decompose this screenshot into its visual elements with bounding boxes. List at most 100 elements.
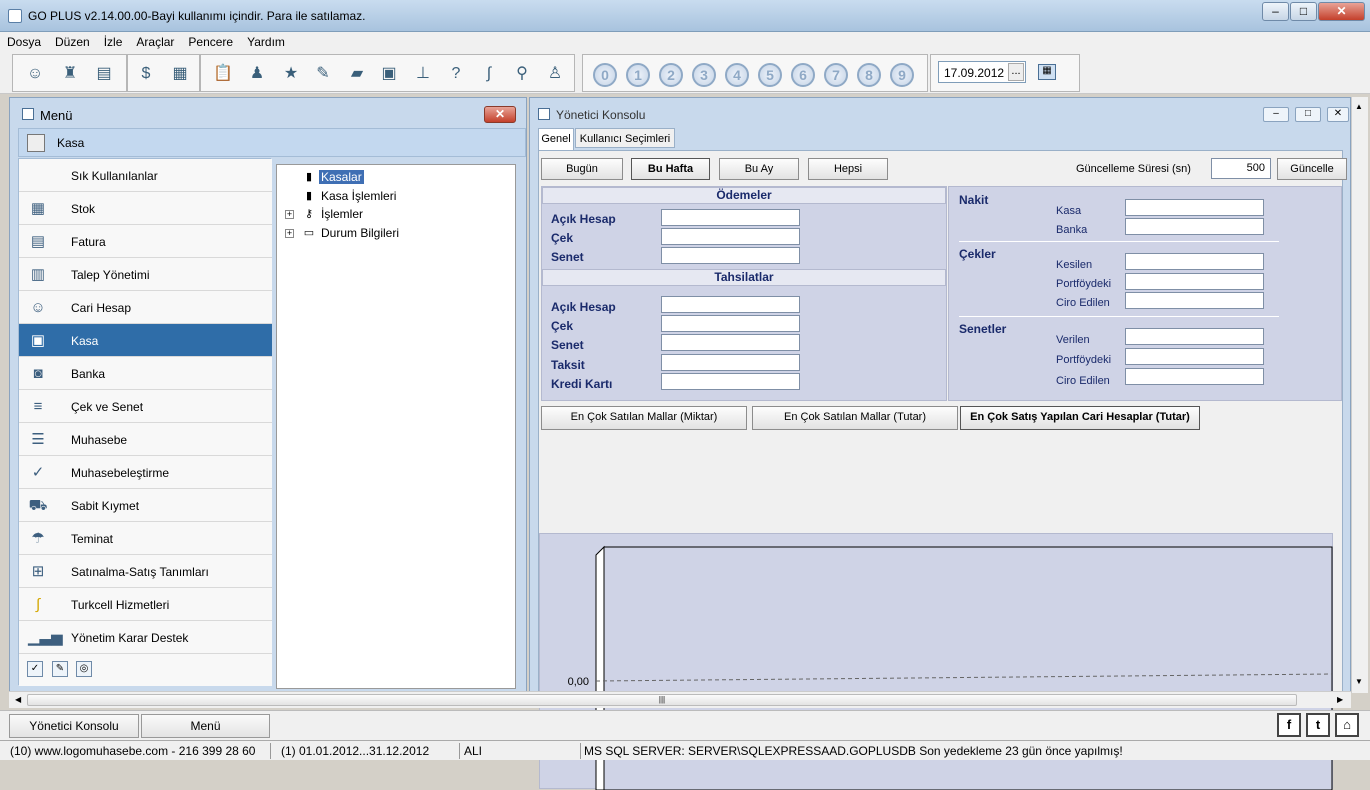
senetler-portfoydeki-field[interactable] bbox=[1125, 348, 1264, 365]
user-settings-icon[interactable]: ♜ bbox=[58, 62, 82, 86]
console-close-button[interactable]: ✕ bbox=[1327, 107, 1349, 122]
nav-item-satinalma-satis-tanimlari[interactable]: ⊞ Satınalma-Satış Tanımları bbox=[19, 555, 272, 588]
tahsilatlar-senet-field[interactable] bbox=[661, 334, 800, 351]
nav-item-sabit-kiymet[interactable]: ⛟ Sabit Kıymet bbox=[19, 489, 272, 522]
book-icon[interactable]: ▰ bbox=[345, 62, 369, 86]
expand-icon[interactable]: + bbox=[285, 229, 294, 238]
nav-item-muhasebe[interactable]: ☰ Muhasebe bbox=[19, 423, 272, 456]
task-yonetici-konsolu[interactable]: Yönetici Konsolu bbox=[9, 714, 139, 738]
console-minimize-button[interactable]: – bbox=[1263, 107, 1289, 122]
edit-document-icon[interactable]: ✎ bbox=[311, 62, 335, 86]
chart-tab-top-customers-amount[interactable]: En Çok Satış Yapılan Cari Hesaplar (Tuta… bbox=[960, 406, 1200, 430]
money-icon[interactable]: $ bbox=[134, 62, 158, 86]
tahsilatlar-kredi-karti-field[interactable] bbox=[661, 373, 800, 390]
twitter-icon[interactable]: t bbox=[1306, 713, 1330, 737]
menu-izle[interactable]: İzle bbox=[97, 32, 130, 49]
period-hepsi-button[interactable]: Hepsi bbox=[808, 158, 888, 180]
tree-item-kasa-islemleri[interactable]: ▮ Kasa İşlemleri bbox=[277, 188, 507, 206]
nav-item-teminat[interactable]: ☂ Teminat bbox=[19, 522, 272, 555]
scroll-up-icon[interactable]: ▲ bbox=[1355, 102, 1363, 111]
number-button-4[interactable]: 4 bbox=[725, 63, 749, 87]
home-icon[interactable]: ⌂ bbox=[1335, 713, 1359, 737]
minimize-button[interactable]: – bbox=[1262, 2, 1289, 21]
nakit-banka-field[interactable] bbox=[1125, 218, 1264, 235]
odemeler-senet-field[interactable] bbox=[661, 247, 800, 264]
nav-item-sik-kullanilanlar[interactable]: Sık Kullanılanlar bbox=[19, 159, 272, 192]
scroll-thumb[interactable]: ||| bbox=[27, 694, 1297, 706]
refresh-button[interactable]: Güncelle bbox=[1277, 158, 1347, 180]
tahsilatlar-acik-hesap-field[interactable] bbox=[661, 296, 800, 313]
nav-item-kasa[interactable]: ▣ Kasa bbox=[19, 324, 272, 357]
nav-item-turkcell-hizmetleri[interactable]: ∫ Turkcell Hizmetleri bbox=[19, 588, 272, 621]
console-maximize-button[interactable]: □ bbox=[1295, 107, 1321, 122]
number-button-9[interactable]: 9 bbox=[890, 63, 914, 87]
facebook-icon[interactable]: f bbox=[1277, 713, 1301, 737]
chart-tab-top-items-quantity[interactable]: En Çok Satılan Mallar (Miktar) bbox=[541, 406, 747, 430]
menu-pencere[interactable]: Pencere bbox=[181, 32, 240, 49]
clipboard-icon[interactable]: 📋 bbox=[211, 62, 235, 86]
refresh-interval-input[interactable]: 500 bbox=[1211, 158, 1271, 179]
maximize-button[interactable]: □ bbox=[1290, 2, 1317, 21]
tree-item-islemler[interactable]: + ⚷ İşlemler bbox=[277, 206, 507, 224]
nav-item-banka[interactable]: ◙ Banka bbox=[19, 357, 272, 390]
number-button-5[interactable]: 5 bbox=[758, 63, 782, 87]
check-list-icon[interactable]: ✓ bbox=[27, 661, 43, 677]
tab-kullanici-secimleri[interactable]: Kullanıcı Seçimleri bbox=[575, 128, 675, 148]
odemeler-acik-hesap-field[interactable] bbox=[661, 209, 800, 226]
favorites-icon[interactable]: ★ bbox=[279, 62, 303, 86]
nav-item-cek-ve-senet[interactable]: ≡ Çek ve Senet bbox=[19, 390, 272, 423]
users-icon[interactable]: ☺ bbox=[23, 62, 47, 86]
menu-duzen[interactable]: Düzen bbox=[48, 32, 97, 49]
period-bu-ay-button[interactable]: Bu Ay bbox=[719, 158, 799, 180]
senetler-verilen-field[interactable] bbox=[1125, 328, 1264, 345]
refresh-icon[interactable]: ◎ bbox=[76, 661, 92, 677]
number-button-6[interactable]: 6 bbox=[791, 63, 815, 87]
scroll-right-icon[interactable]: ▶ bbox=[1337, 695, 1343, 704]
calculator-icon[interactable]: ▦ bbox=[168, 62, 192, 86]
period-bugun-button[interactable]: Bugün bbox=[541, 158, 623, 180]
number-button-1[interactable]: 1 bbox=[626, 63, 650, 87]
tahsilatlar-cek-field[interactable] bbox=[661, 315, 800, 332]
number-button-3[interactable]: 3 bbox=[692, 63, 716, 87]
calendar-icon[interactable]: ▦ bbox=[1038, 64, 1056, 80]
odemeler-cek-field[interactable] bbox=[661, 228, 800, 245]
tree-item-durum-bilgileri[interactable]: + ▭ Durum Bilgileri bbox=[277, 225, 507, 243]
cekler-portfoydeki-field[interactable] bbox=[1125, 273, 1264, 290]
tab-genel[interactable]: Genel bbox=[538, 128, 574, 150]
user-card-icon[interactable]: ♙ bbox=[543, 62, 567, 86]
help-icon[interactable]: ? bbox=[444, 62, 468, 86]
tools-icon[interactable]: ✎ bbox=[52, 661, 68, 677]
vertical-scrollbar[interactable]: ▲ ▼ bbox=[1351, 97, 1368, 693]
task-menu[interactable]: Menü bbox=[141, 714, 270, 738]
cekler-ciro-edilen-field[interactable] bbox=[1125, 292, 1264, 309]
nav-item-stok[interactable]: ▦ Stok bbox=[19, 192, 272, 225]
number-button-2[interactable]: 2 bbox=[659, 63, 683, 87]
period-bu-hafta-button[interactable]: Bu Hafta bbox=[631, 158, 710, 180]
scroll-left-icon[interactable]: ◀ bbox=[15, 695, 21, 704]
magnifier-icon[interactable]: ⚲ bbox=[510, 62, 534, 86]
nav-item-yonetim-karar-destek[interactable]: ▁▃▅ Yönetim Karar Destek bbox=[19, 621, 272, 654]
scroll-down-icon[interactable]: ▼ bbox=[1355, 677, 1363, 686]
tahsilatlar-taksit-field[interactable] bbox=[661, 354, 800, 371]
menu-yardim[interactable]: Yardım bbox=[240, 32, 292, 49]
antenna-icon[interactable]: ⊥ bbox=[411, 62, 435, 86]
turkcell-icon[interactable]: ∫ bbox=[477, 62, 501, 86]
horizontal-scrollbar[interactable]: ◀ ||| ▶ bbox=[9, 691, 1351, 708]
form-icon[interactable]: ▤ bbox=[92, 62, 116, 86]
nav-item-muhasebelestirme[interactable]: ✓ Muhasebeleştirme bbox=[19, 456, 272, 489]
document-icon[interactable]: ▣ bbox=[377, 62, 401, 86]
tree-item-kasalar[interactable]: ▮ Kasalar bbox=[277, 169, 507, 187]
close-button[interactable]: ✕ bbox=[1318, 2, 1365, 21]
menu-dosya[interactable]: Dosya bbox=[0, 32, 48, 49]
menu-araclar[interactable]: Araçlar bbox=[129, 32, 181, 49]
senetler-ciro-edilen-field[interactable] bbox=[1125, 368, 1264, 385]
expand-icon[interactable]: + bbox=[285, 210, 294, 219]
number-button-0[interactable]: 0 bbox=[593, 63, 617, 87]
nav-item-talep-yonetimi[interactable]: ▥ Talep Yönetimi bbox=[19, 258, 272, 291]
menu-close-button[interactable]: ✕ bbox=[484, 106, 516, 123]
nav-item-cari-hesap[interactable]: ☺ Cari Hesap bbox=[19, 291, 272, 324]
number-button-8[interactable]: 8 bbox=[857, 63, 881, 87]
date-picker-button[interactable]: ... bbox=[1008, 63, 1024, 81]
chart-tab-top-items-amount[interactable]: En Çok Satılan Mallar (Tutar) bbox=[752, 406, 958, 430]
person-icon[interactable]: ♟ bbox=[245, 62, 269, 86]
